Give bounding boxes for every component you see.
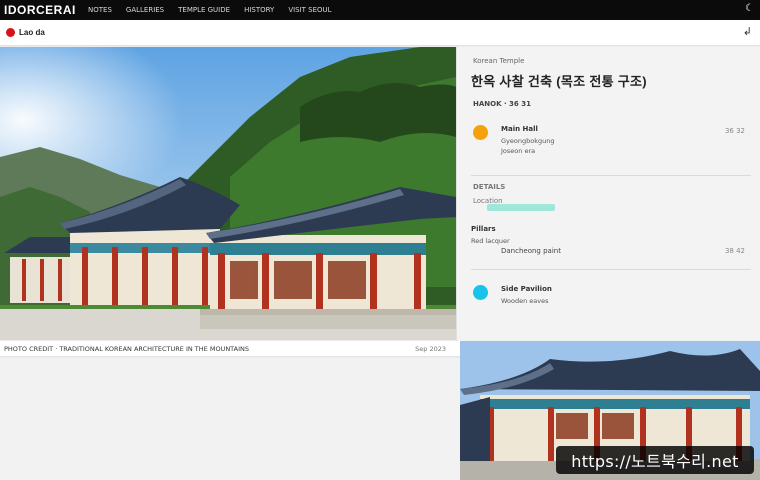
- divider: [471, 175, 751, 176]
- photo-caption-bar: PHOTO CREDIT · TRADITIONAL KOREAN ARCHIT…: [0, 341, 460, 357]
- cyan-dot-icon: [473, 285, 488, 300]
- detail-row[interactable]: Pillars Red lacquer Dancheong paint 38 4…: [471, 225, 751, 265]
- divider: [471, 269, 751, 270]
- detail-title: Pillars: [471, 225, 496, 233]
- item-title: Side Pavilion: [501, 285, 552, 293]
- hero-image: [0, 47, 456, 340]
- menu-icon[interactable]: ☾: [745, 3, 754, 14]
- nav-link-galleries[interactable]: GALLERIES: [126, 6, 164, 14]
- return-icon[interactable]: ↲: [743, 25, 752, 38]
- detail-line-2: Red lacquer: [471, 237, 510, 245]
- nav-link-visit[interactable]: VISIT SEOUL: [288, 6, 331, 14]
- item-right-value: 36 32: [724, 127, 745, 135]
- top-navigation-bar: IDORCERAI NOTES GALLERIES TEMPLE GUIDE H…: [0, 0, 760, 20]
- highlight-bar: [487, 204, 555, 211]
- site-logo-dot-icon: [6, 28, 15, 37]
- section-label: DETAILS: [473, 183, 506, 191]
- watermark-url: https://노트북수리.net: [556, 446, 754, 474]
- nav-link-temple-guide[interactable]: TEMPLE GUIDE: [178, 6, 230, 14]
- panel-subtitle: HANOK · 36 31: [473, 100, 531, 108]
- item-title: Main Hall: [501, 125, 538, 133]
- item-line-2: Wooden eaves: [501, 297, 549, 305]
- panel-title: 한옥 사찰 건축 (목조 전통 구조): [471, 74, 647, 89]
- info-item[interactable]: Side Pavilion Wooden eaves: [471, 283, 751, 323]
- caption-date: Sep 2023: [415, 344, 446, 353]
- panel-tag: Korean Temple: [473, 57, 525, 65]
- top-nav-links: NOTES GALLERIES TEMPLE GUIDE HISTORY VIS…: [88, 6, 332, 14]
- item-line-3: Joseon era: [501, 147, 536, 155]
- brand-logo[interactable]: IDORCERAI: [0, 3, 88, 17]
- detail-line-3: Dancheong paint: [501, 247, 561, 255]
- nav-link-notes[interactable]: NOTES: [88, 6, 112, 14]
- detail-right-value: 38 42: [724, 247, 745, 255]
- orange-dot-icon: [473, 125, 488, 140]
- sub-header: Lao da ↲: [0, 20, 760, 46]
- content-panel: [0, 358, 460, 480]
- item-line-2: Gyeongbokgung: [501, 137, 555, 145]
- caption-text: PHOTO CREDIT · TRADITIONAL KOREAN ARCHIT…: [4, 344, 249, 353]
- info-item[interactable]: Main Hall Gyeongbokgung Joseon era 36 32: [471, 123, 751, 163]
- nav-link-history[interactable]: HISTORY: [244, 6, 274, 14]
- info-side-panel: Korean Temple 한옥 사찰 건축 (목조 전통 구조) HANOK …: [456, 47, 760, 341]
- site-label[interactable]: Lao da: [19, 28, 45, 37]
